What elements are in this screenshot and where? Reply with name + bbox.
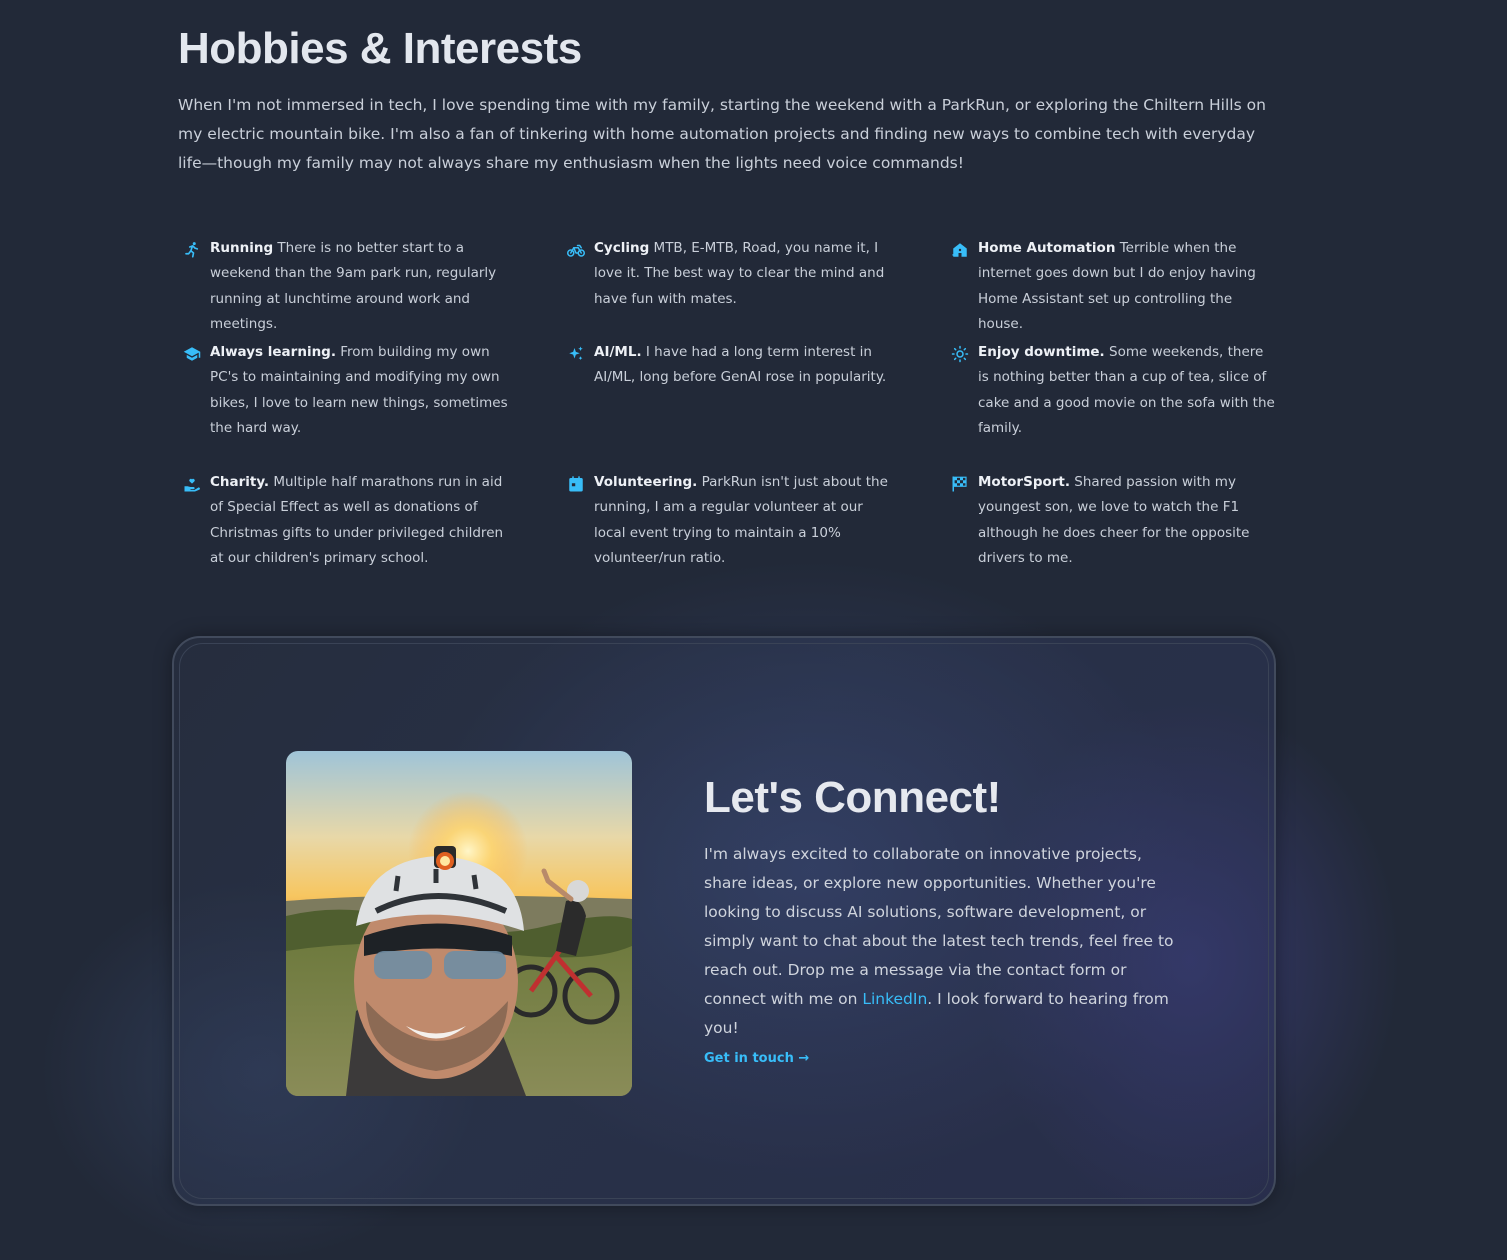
hobby-item-always-learning: Always learning. From building my own PC… bbox=[178, 340, 562, 470]
connect-text: I'm always excited to collaborate on inn… bbox=[704, 840, 1174, 1043]
hobby-title: MotorSport. bbox=[978, 474, 1070, 490]
hobby-title: AI/ML. bbox=[594, 344, 642, 360]
connect-title: Let's Connect! bbox=[704, 773, 1001, 822]
connect-text-part: I'm always excited to collaborate on inn… bbox=[704, 845, 1174, 1008]
hobby-item-enjoy-downtime: Enjoy downtime. Some weekends, there is … bbox=[946, 340, 1298, 470]
hobby-title: Enjoy downtime. bbox=[978, 344, 1105, 360]
home-wifi-icon bbox=[948, 238, 972, 262]
hobby-item-motorsport: MotorSport. Shared passion with my young… bbox=[946, 470, 1298, 580]
hobby-item-home-automation: Home Automation Terrible when the intern… bbox=[946, 236, 1298, 340]
hobby-item-charity: Charity. Multiple half marathons run in … bbox=[178, 470, 562, 580]
hobby-item-volunteering: Volunteering. ParkRun isn't just about t… bbox=[562, 470, 946, 580]
hobby-title: Charity. bbox=[210, 474, 270, 490]
hobby-title: Volunteering. bbox=[594, 474, 698, 490]
graduation-cap-icon bbox=[180, 342, 204, 366]
hobby-item-ai-ml: AI/ML. I have had a long term interest i… bbox=[562, 340, 946, 470]
linkedin-link[interactable]: LinkedIn bbox=[862, 990, 927, 1008]
running-icon bbox=[180, 238, 204, 262]
bicycle-icon bbox=[564, 238, 588, 262]
hobby-item-running: Running There is no better start to a we… bbox=[178, 236, 562, 340]
hobby-title: Always learning. bbox=[210, 344, 336, 360]
hobby-title: Cycling bbox=[594, 240, 650, 256]
hand-heart-icon bbox=[180, 472, 204, 496]
calendar-icon bbox=[564, 472, 588, 496]
sun-icon bbox=[948, 342, 972, 366]
profile-photo bbox=[286, 751, 632, 1096]
checkered-flag-icon bbox=[948, 472, 972, 496]
hobby-title: Home Automation bbox=[978, 240, 1116, 256]
sparkles-icon bbox=[564, 342, 588, 366]
get-in-touch-link[interactable]: Get in touch → bbox=[704, 1051, 809, 1066]
hobby-item-cycling: Cycling MTB, E-MTB, Road, you name it, I… bbox=[562, 236, 946, 340]
hobbies-grid: Running There is no better start to a we… bbox=[178, 236, 1298, 580]
hobbies-title: Hobbies & Interests bbox=[178, 24, 582, 73]
hobby-title: Running bbox=[210, 240, 274, 256]
hobbies-intro: When I'm not immersed in tech, I love sp… bbox=[178, 96, 1266, 172]
